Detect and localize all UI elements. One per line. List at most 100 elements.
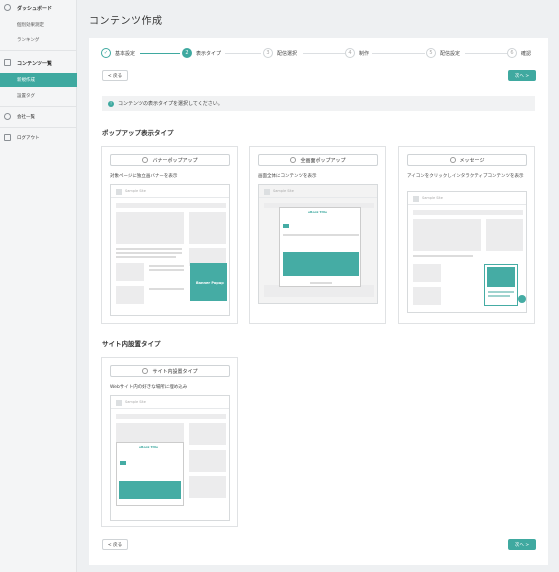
mock-chart — [487, 267, 515, 287]
section-title-popup: ポップアップ表示タイプ — [102, 129, 174, 137]
popup-label: Banner Popup — [196, 281, 224, 285]
radio-fullscreen-popup[interactable]: 全画面ポップアップ — [258, 154, 378, 166]
mock-header: Sample Site — [408, 192, 526, 205]
mock-block — [189, 423, 226, 445]
mock-nav — [116, 203, 226, 208]
stepper-line — [225, 53, 261, 54]
mock-line — [149, 269, 184, 271]
mock-nav — [413, 210, 523, 215]
mock-line — [488, 291, 514, 293]
notice-banner: ! コンテンツの表示タイプを選択してください。 — [102, 96, 535, 111]
check-icon: ✓ — [101, 48, 111, 58]
sidebar-item-label: コンテンツ一覧 — [17, 61, 53, 67]
step-number: 4 — [345, 48, 355, 58]
step-label: 制作 — [359, 50, 370, 57]
step-label: 基本設定 — [115, 50, 136, 57]
document-icon — [4, 59, 11, 66]
step-number: 6 — [507, 48, 517, 58]
back-button[interactable]: < 戻る — [102, 70, 128, 81]
option-desc: アイコンをクリックしインタラクティブコンテンツを表示 — [407, 174, 524, 179]
option-card-inline[interactable]: サイト内設置タイプ Webサイト内の好きな場所に埋め込み Sample Site… — [101, 357, 238, 527]
radio-message[interactable]: メッセージ — [407, 154, 527, 166]
mock-line — [488, 295, 510, 297]
radio-banner-popup[interactable]: バナーポップアップ — [110, 154, 230, 166]
step-basic: ✓ 基本設定 — [101, 47, 135, 59]
step-display-type: 2 表示タイプ — [182, 47, 221, 59]
people-icon — [4, 113, 11, 120]
mock-line — [116, 248, 182, 250]
sidebar-item-contents[interactable]: コンテンツ一覧 — [0, 57, 77, 69]
mock-line — [149, 265, 184, 267]
mock-site-name: Sample Site — [273, 189, 294, 193]
sidebar-divider — [0, 50, 77, 51]
embed-title: eBook Title — [139, 445, 159, 449]
radio-icon — [290, 157, 297, 163]
notice-text: コンテンツの表示タイプを選択してください。 — [118, 101, 223, 107]
mock-block — [413, 264, 441, 282]
mock-block — [116, 212, 184, 244]
option-card-message[interactable]: メッセージ アイコンをクリックしインタラクティブコンテンツを表示 Sample … — [398, 146, 535, 324]
sidebar-item-measurement[interactable]: 個別効果測定 — [0, 19, 77, 31]
step-label: 配信選択 — [277, 50, 298, 57]
step-number: 3 — [263, 48, 273, 58]
mock-block — [189, 476, 226, 498]
option-card-banner-popup[interactable]: バナーポップアップ 対象ページに独立画バナーを表示 Sample Site Ba… — [101, 146, 238, 324]
step-number: 5 — [426, 48, 436, 58]
step-delivery-select: 3 配信選択 — [263, 47, 297, 59]
option-desc: Webサイト内の好きな場所に埋め込み — [110, 385, 188, 390]
section-title-inline: サイト内設置タイプ — [102, 340, 161, 348]
option-label: バナーポップアップ — [152, 157, 198, 164]
mock-line — [283, 234, 359, 236]
mock-block — [116, 286, 144, 304]
preview-inline: Sample Site eBook Title — [110, 395, 230, 521]
step-confirm: 6 確認 — [507, 47, 531, 59]
option-label: メッセージ — [459, 157, 485, 164]
option-desc: 対象ページに独立画バナーを表示 — [110, 174, 178, 179]
sidebar-item-ranking[interactable]: ランキング — [0, 34, 77, 46]
sidebar-divider — [0, 127, 77, 128]
next-button[interactable]: 次へ > — [508, 539, 536, 550]
mock-fullscreen-popup: eBook Title — [279, 207, 361, 287]
back-button[interactable]: < 戻る — [102, 539, 128, 550]
stepper-line — [465, 53, 507, 54]
radio-icon — [449, 157, 456, 163]
popup-title: eBook Title — [308, 210, 328, 214]
sidebar-item-label: ランキング — [17, 38, 40, 43]
mock-header: Sample Site — [111, 396, 229, 409]
clock-icon — [4, 4, 11, 11]
mock-banner-popup: Banner Popup — [190, 263, 227, 301]
step-label: 表示タイプ — [196, 50, 222, 57]
option-label: 全画面ポップアップ — [300, 157, 346, 164]
sidebar-item-dashboard[interactable]: ダッシュボード — [0, 2, 77, 14]
sidebar-item-companies[interactable]: 会社一覧 — [0, 111, 77, 123]
mock-block — [116, 263, 144, 281]
sidebar: ダッシュボード 個別効果測定 ランキング コンテンツ一覧 新規作成 設置タグ 会… — [0, 0, 77, 572]
preview-banner-popup: Sample Site Banner Popup — [110, 184, 230, 316]
mock-line — [413, 255, 473, 257]
mock-line — [149, 288, 184, 290]
option-label: サイト内設置タイプ — [152, 368, 198, 375]
sidebar-item-new[interactable]: 新規作成 — [0, 74, 77, 86]
sidebar-item-tags[interactable]: 設置タグ — [0, 90, 77, 102]
preview-fullscreen-popup: Sample Site eBook Title — [258, 184, 378, 304]
mock-block — [189, 212, 226, 244]
step-delivery-settings: 5 配信設定 — [426, 47, 460, 59]
mock-embedded-content: eBook Title — [116, 442, 184, 506]
option-card-fullscreen-popup[interactable]: 全画面ポップアップ 画面全体にコンテンツを表示 Sample Site eBoo… — [249, 146, 386, 324]
sidebar-item-label: ログアウト — [17, 136, 40, 141]
mock-thumb — [283, 224, 289, 228]
option-desc: 画面全体にコンテンツを表示 — [258, 174, 317, 179]
stepper-line — [303, 53, 345, 54]
page-title: コンテンツ作成 — [89, 16, 163, 27]
sidebar-divider — [0, 106, 77, 107]
mock-chart — [283, 252, 359, 276]
mock-block — [486, 219, 523, 251]
sidebar-item-logout[interactable]: ログアウト — [0, 132, 77, 144]
info-icon: ! — [108, 100, 114, 107]
stepper-line — [372, 53, 425, 54]
step-label: 確認 — [521, 50, 532, 57]
next-button[interactable]: 次へ > — [508, 70, 536, 81]
mock-logo — [264, 189, 270, 195]
mock-nav — [116, 414, 226, 419]
radio-inline[interactable]: サイト内設置タイプ — [110, 365, 230, 377]
